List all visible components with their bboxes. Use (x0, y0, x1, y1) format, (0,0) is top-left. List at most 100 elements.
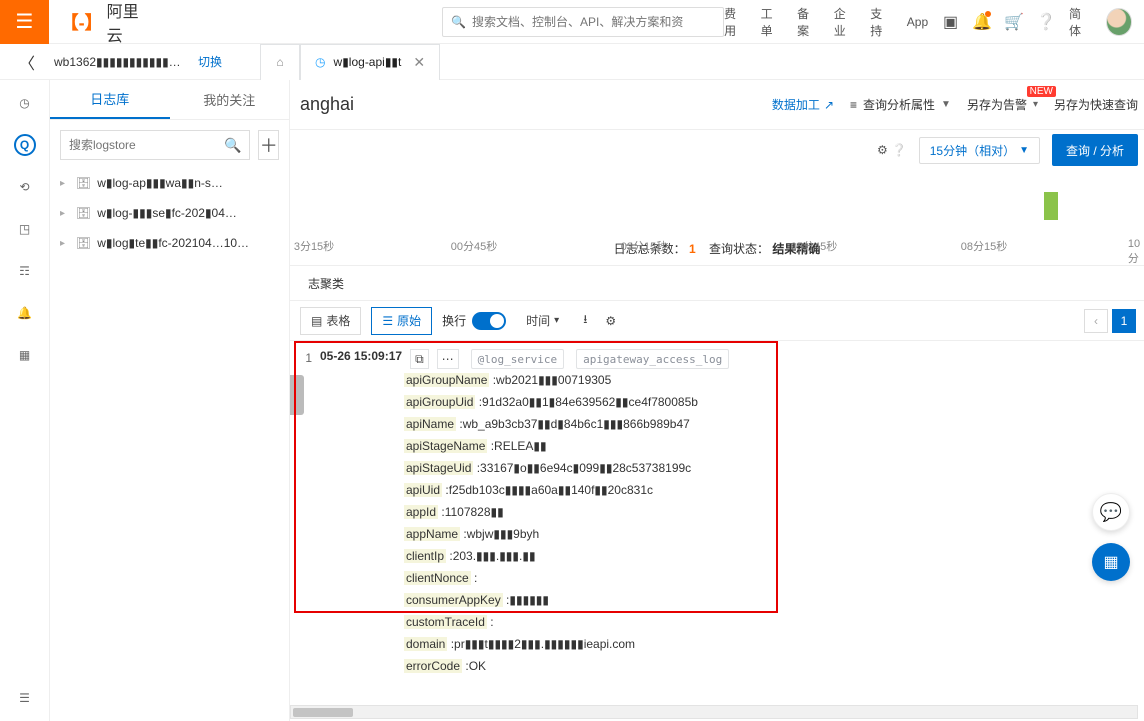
tab-home[interactable]: ⌂ (260, 44, 300, 80)
content: anghai 数据加工 ↗ ≡ 查询分析属性 ▼ 另存为告警 ▾ NEW 另存为… (290, 80, 1144, 721)
help-icon[interactable]: ❔ (892, 143, 907, 157)
search-nav-icon[interactable]: Q (14, 134, 36, 156)
add-logstore-button[interactable]: ＋ (258, 130, 279, 160)
log-settings-button[interactable]: ⚙ (601, 307, 620, 335)
logstore-item[interactable]: ▸ 🗄 w▮log▮te▮▮fc-202104…10… (56, 228, 283, 258)
tab-label: w▮log-api▮▮t (334, 55, 402, 69)
alert-nav-icon[interactable]: 🔔 (14, 302, 36, 324)
settings-help: ⚙ ❔ (877, 143, 907, 157)
sidebar-tab-logstore[interactable]: 日志库 (50, 80, 170, 119)
header-links: 费用 工单 备案 企业 支持 App ▣ 🔔 🛒 ❔ 简体 (724, 5, 1144, 39)
wrap-label: 换行 (442, 312, 466, 329)
tab-logstore[interactable]: ◷ w▮log-api▮▮t ✕ (300, 44, 440, 80)
btn-label: 另存为告警 (967, 96, 1027, 113)
external-link-icon: ↗ (824, 98, 834, 112)
tick-label: 3分15秒 (294, 238, 334, 254)
cart-icon[interactable]: 🛒 (1005, 13, 1023, 31)
pager: ‹ 1 (1084, 309, 1144, 333)
sidebar-tab-follow[interactable]: 我的关注 (170, 80, 290, 119)
collapse-rail-icon[interactable]: ☰ (14, 687, 36, 709)
inbox-icon[interactable]: ☶ (14, 260, 36, 282)
prev-page-button[interactable]: ‹ (1084, 309, 1108, 333)
save-as-alert-button[interactable]: 另存为告警 ▾ NEW (967, 96, 1038, 113)
link-billing[interactable]: 费用 (724, 5, 747, 39)
global-search[interactable]: 🔍 (442, 7, 724, 37)
page-1-button[interactable]: 1 (1112, 309, 1136, 333)
time-range-picker[interactable]: 15分钟（相对） ▼ (919, 137, 1040, 164)
breadcrumb: wb1362▮▮▮▮▮▮▮▮▮▮▮… 切换 (54, 53, 222, 70)
link-enterprise[interactable]: 企业 (834, 5, 857, 39)
log-field: customTraceId : (404, 611, 1134, 633)
total-value: 1 (689, 242, 696, 256)
view-raw-button[interactable]: ☰ 原始 (371, 307, 432, 335)
logstore-item-label: w▮log▮te▮▮fc-202104…10… (97, 236, 249, 250)
download-button[interactable]: ⭳ (579, 307, 591, 335)
back-button[interactable]: 〈 (12, 50, 42, 74)
list-icon: ☰ (382, 314, 393, 328)
view-table-button[interactable]: ▤ 表格 (300, 307, 361, 335)
new-badge: NEW (1027, 86, 1056, 97)
chat-icon: 💬 (1100, 502, 1122, 523)
logstore-item-label: w▮log-ap▮▮▮wa▮▮n-s… (97, 176, 223, 190)
sidebar-search[interactable]: 🔍 (60, 130, 250, 160)
link-ticket[interactable]: 工单 (761, 5, 784, 39)
data-process-link[interactable]: 数据加工 ↗ (772, 96, 834, 113)
chat-fab[interactable]: 💬 (1092, 493, 1130, 531)
btn-label: 表格 (326, 312, 350, 329)
sidebar-search-input[interactable] (69, 138, 224, 152)
section-tabs: 志聚类 (290, 265, 1144, 301)
analysis-attribute-button[interactable]: ≡ 查询分析属性 ▼ (850, 96, 951, 113)
database-icon: 🗄 (76, 236, 91, 250)
content-actions: 数据加工 ↗ ≡ 查询分析属性 ▼ 另存为告警 ▾ NEW 另存为快速查询 (772, 96, 1144, 113)
apps-grid-icon: ▦ (1103, 552, 1118, 572)
btn-label: 时间 (526, 312, 550, 329)
chevron-down-icon: ▾ (554, 315, 559, 326)
field-value: :OK (462, 659, 486, 673)
gear-icon[interactable]: ⚙ (877, 143, 888, 157)
tick-label: 03分15秒 (621, 238, 667, 254)
language-switch[interactable]: 简体 (1069, 5, 1092, 39)
brand-logo[interactable]: 【-】 阿里云 (61, 0, 152, 46)
terminal-icon[interactable]: ▣ (942, 13, 959, 31)
sidebar: 日志库 我的关注 🔍 ＋ ▸ 🗄 w▮log-ap▮▮▮wa▮▮n-s… ▸ 🗄… (50, 80, 290, 721)
bell-icon[interactable]: 🔔 (973, 13, 991, 31)
chevron-down-icon: ▾ (1033, 99, 1038, 110)
status-label: 查询状态： (709, 242, 769, 256)
search-icon: 🔍 (224, 137, 241, 154)
cube-icon[interactable]: ◳ (14, 218, 36, 240)
close-icon[interactable]: ✕ (413, 54, 425, 71)
link-support[interactable]: 支持 (870, 5, 893, 39)
database-icon: 🗄 (76, 206, 91, 220)
gear-icon: ⚙ (605, 314, 616, 328)
search-icon: 🔍 (451, 15, 466, 29)
time-column-dropdown[interactable]: 时间 ▾ (516, 307, 569, 335)
scrollbar-thumb[interactable] (293, 708, 353, 717)
link-app[interactable]: App (907, 15, 928, 29)
query-button[interactable]: 查询 / 分析 (1052, 134, 1138, 166)
log-toolbar: ▤ 表格 ☰ 原始 换行 时间 ▾ ⭳ ⚙ ‹ 1 (290, 301, 1144, 341)
apps-nav-icon[interactable]: ▦ (14, 344, 36, 366)
log-area: 1 05-26 15:09:17 ⧉ ⋯ @log_service apigat… (290, 341, 1144, 701)
btn-label: 原始 (397, 312, 421, 329)
histogram[interactable]: 3分15秒 00分45秒 03分15秒 05分45秒 08分15秒 10分 (294, 174, 1140, 234)
clock-icon[interactable]: ◷ (14, 92, 36, 114)
btn-label: 查询分析属性 (863, 96, 935, 113)
menu-toggle[interactable]: ☰ (0, 0, 49, 44)
link-icp[interactable]: 备案 (797, 5, 820, 39)
logstore-icon: ◷ (315, 55, 325, 69)
save-as-fastquery-button[interactable]: 另存为快速查询 (1054, 96, 1138, 113)
nav-rail: ◷ Q ⟲ ◳ ☶ 🔔 ▦ ☰ (0, 80, 50, 721)
horizontal-scrollbar[interactable] (290, 705, 1138, 719)
help-icon[interactable]: ❔ (1037, 13, 1055, 31)
avatar[interactable] (1106, 8, 1132, 36)
global-search-input[interactable] (472, 15, 715, 29)
histogram-bar (1044, 192, 1058, 220)
tab-cluster[interactable]: 志聚类 (300, 267, 352, 300)
tick-label: 00分45秒 (451, 238, 497, 254)
switch-project-link[interactable]: 切换 (198, 55, 222, 69)
logstore-item[interactable]: ▸ 🗄 w▮log-ap▮▮▮wa▮▮n-s… (56, 168, 283, 198)
apps-fab[interactable]: ▦ (1092, 543, 1130, 581)
refresh-icon[interactable]: ⟲ (14, 176, 36, 198)
wrap-toggle[interactable] (472, 312, 506, 330)
logstore-item[interactable]: ▸ 🗄 w▮log-▮▮▮se▮fc-202▮04… (56, 198, 283, 228)
